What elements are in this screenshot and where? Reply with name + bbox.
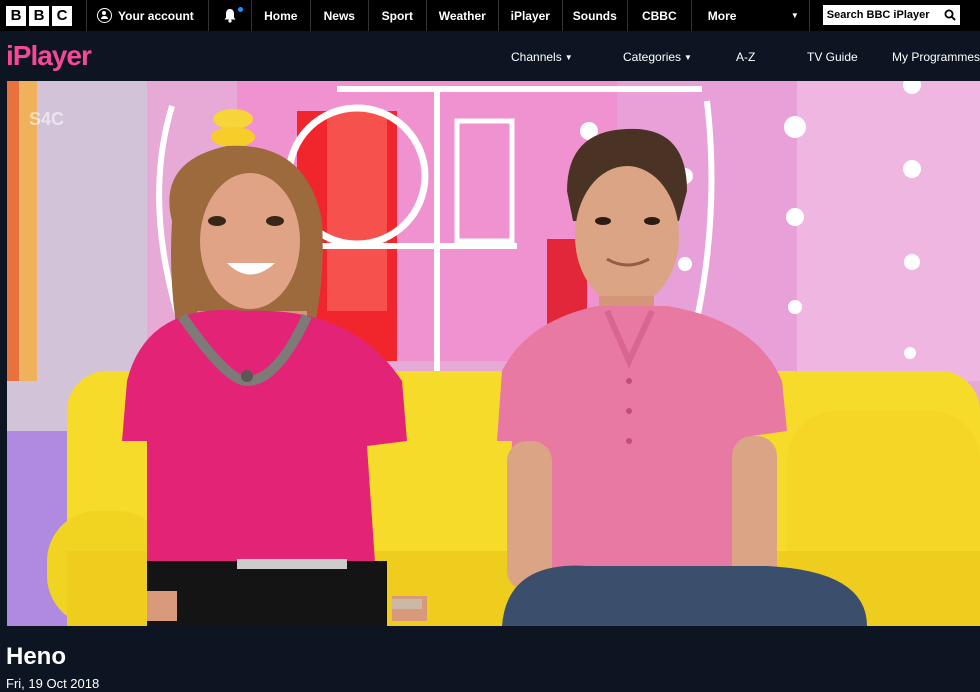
nav-weather[interactable]: Weather — [425, 0, 498, 31]
programme-title: Heno — [6, 643, 66, 670]
video-player[interactable]: S4C — [7, 81, 980, 626]
az-link[interactable]: A-Z — [736, 50, 755, 64]
nav-sounds[interactable]: Sounds — [561, 0, 627, 31]
notification-dot — [237, 7, 243, 12]
iplayer-logo[interactable]: iPlayer — [6, 40, 92, 72]
account-label: Your account — [118, 8, 194, 23]
nav-news[interactable]: News — [309, 0, 368, 31]
bbc-logo-letter: C — [52, 5, 72, 26]
caret-down-icon: ▼ — [684, 53, 692, 62]
caret-down-icon: ▼ — [790, 11, 799, 20]
bbc-logo-letter: B — [6, 5, 26, 26]
video-frame — [7, 81, 980, 626]
search-placeholder: Search BBC iPlayer — [826, 9, 930, 21]
nav-home[interactable]: Home — [250, 0, 310, 31]
tv-guide-link[interactable]: TV Guide — [807, 50, 858, 64]
iplayer-header: iPlayer Channels ▼ Categories ▼ A-Z TV Gui… — [0, 31, 980, 81]
nav-cbbc[interactable]: CBBC — [626, 0, 691, 31]
nav-more-button[interactable]: More ▼ — [690, 0, 810, 31]
programme-date: Fri, 19 Oct 2018 — [6, 676, 100, 691]
bbc-logo[interactable]: B B C — [0, 0, 86, 31]
account-link[interactable]: Your account — [87, 0, 208, 31]
channel-watermark: S4C — [29, 109, 65, 129]
search-input[interactable]: Search BBC iPlayer — [822, 5, 960, 25]
caret-down-icon: ▼ — [564, 53, 573, 62]
search-icon — [944, 9, 956, 21]
bell-icon — [224, 9, 236, 23]
channels-menu[interactable]: Channels ▼ — [511, 50, 573, 64]
nav-iplayer[interactable]: iPlayer — [497, 0, 562, 31]
categories-label: Categories — [623, 50, 682, 64]
user-icon — [97, 8, 112, 23]
nav-sport[interactable]: Sport — [367, 0, 426, 31]
bbc-global-bar: B B C Your account Home News Sport Weath… — [0, 0, 980, 31]
channels-label: Channels — [511, 50, 562, 64]
notifications-button[interactable] — [209, 0, 251, 31]
my-programmes-link[interactable]: My Programmes — [892, 50, 980, 64]
bbc-logo-letter: B — [29, 5, 49, 26]
categories-menu[interactable]: Categories ▼ — [623, 50, 692, 64]
more-label: More — [707, 8, 737, 23]
